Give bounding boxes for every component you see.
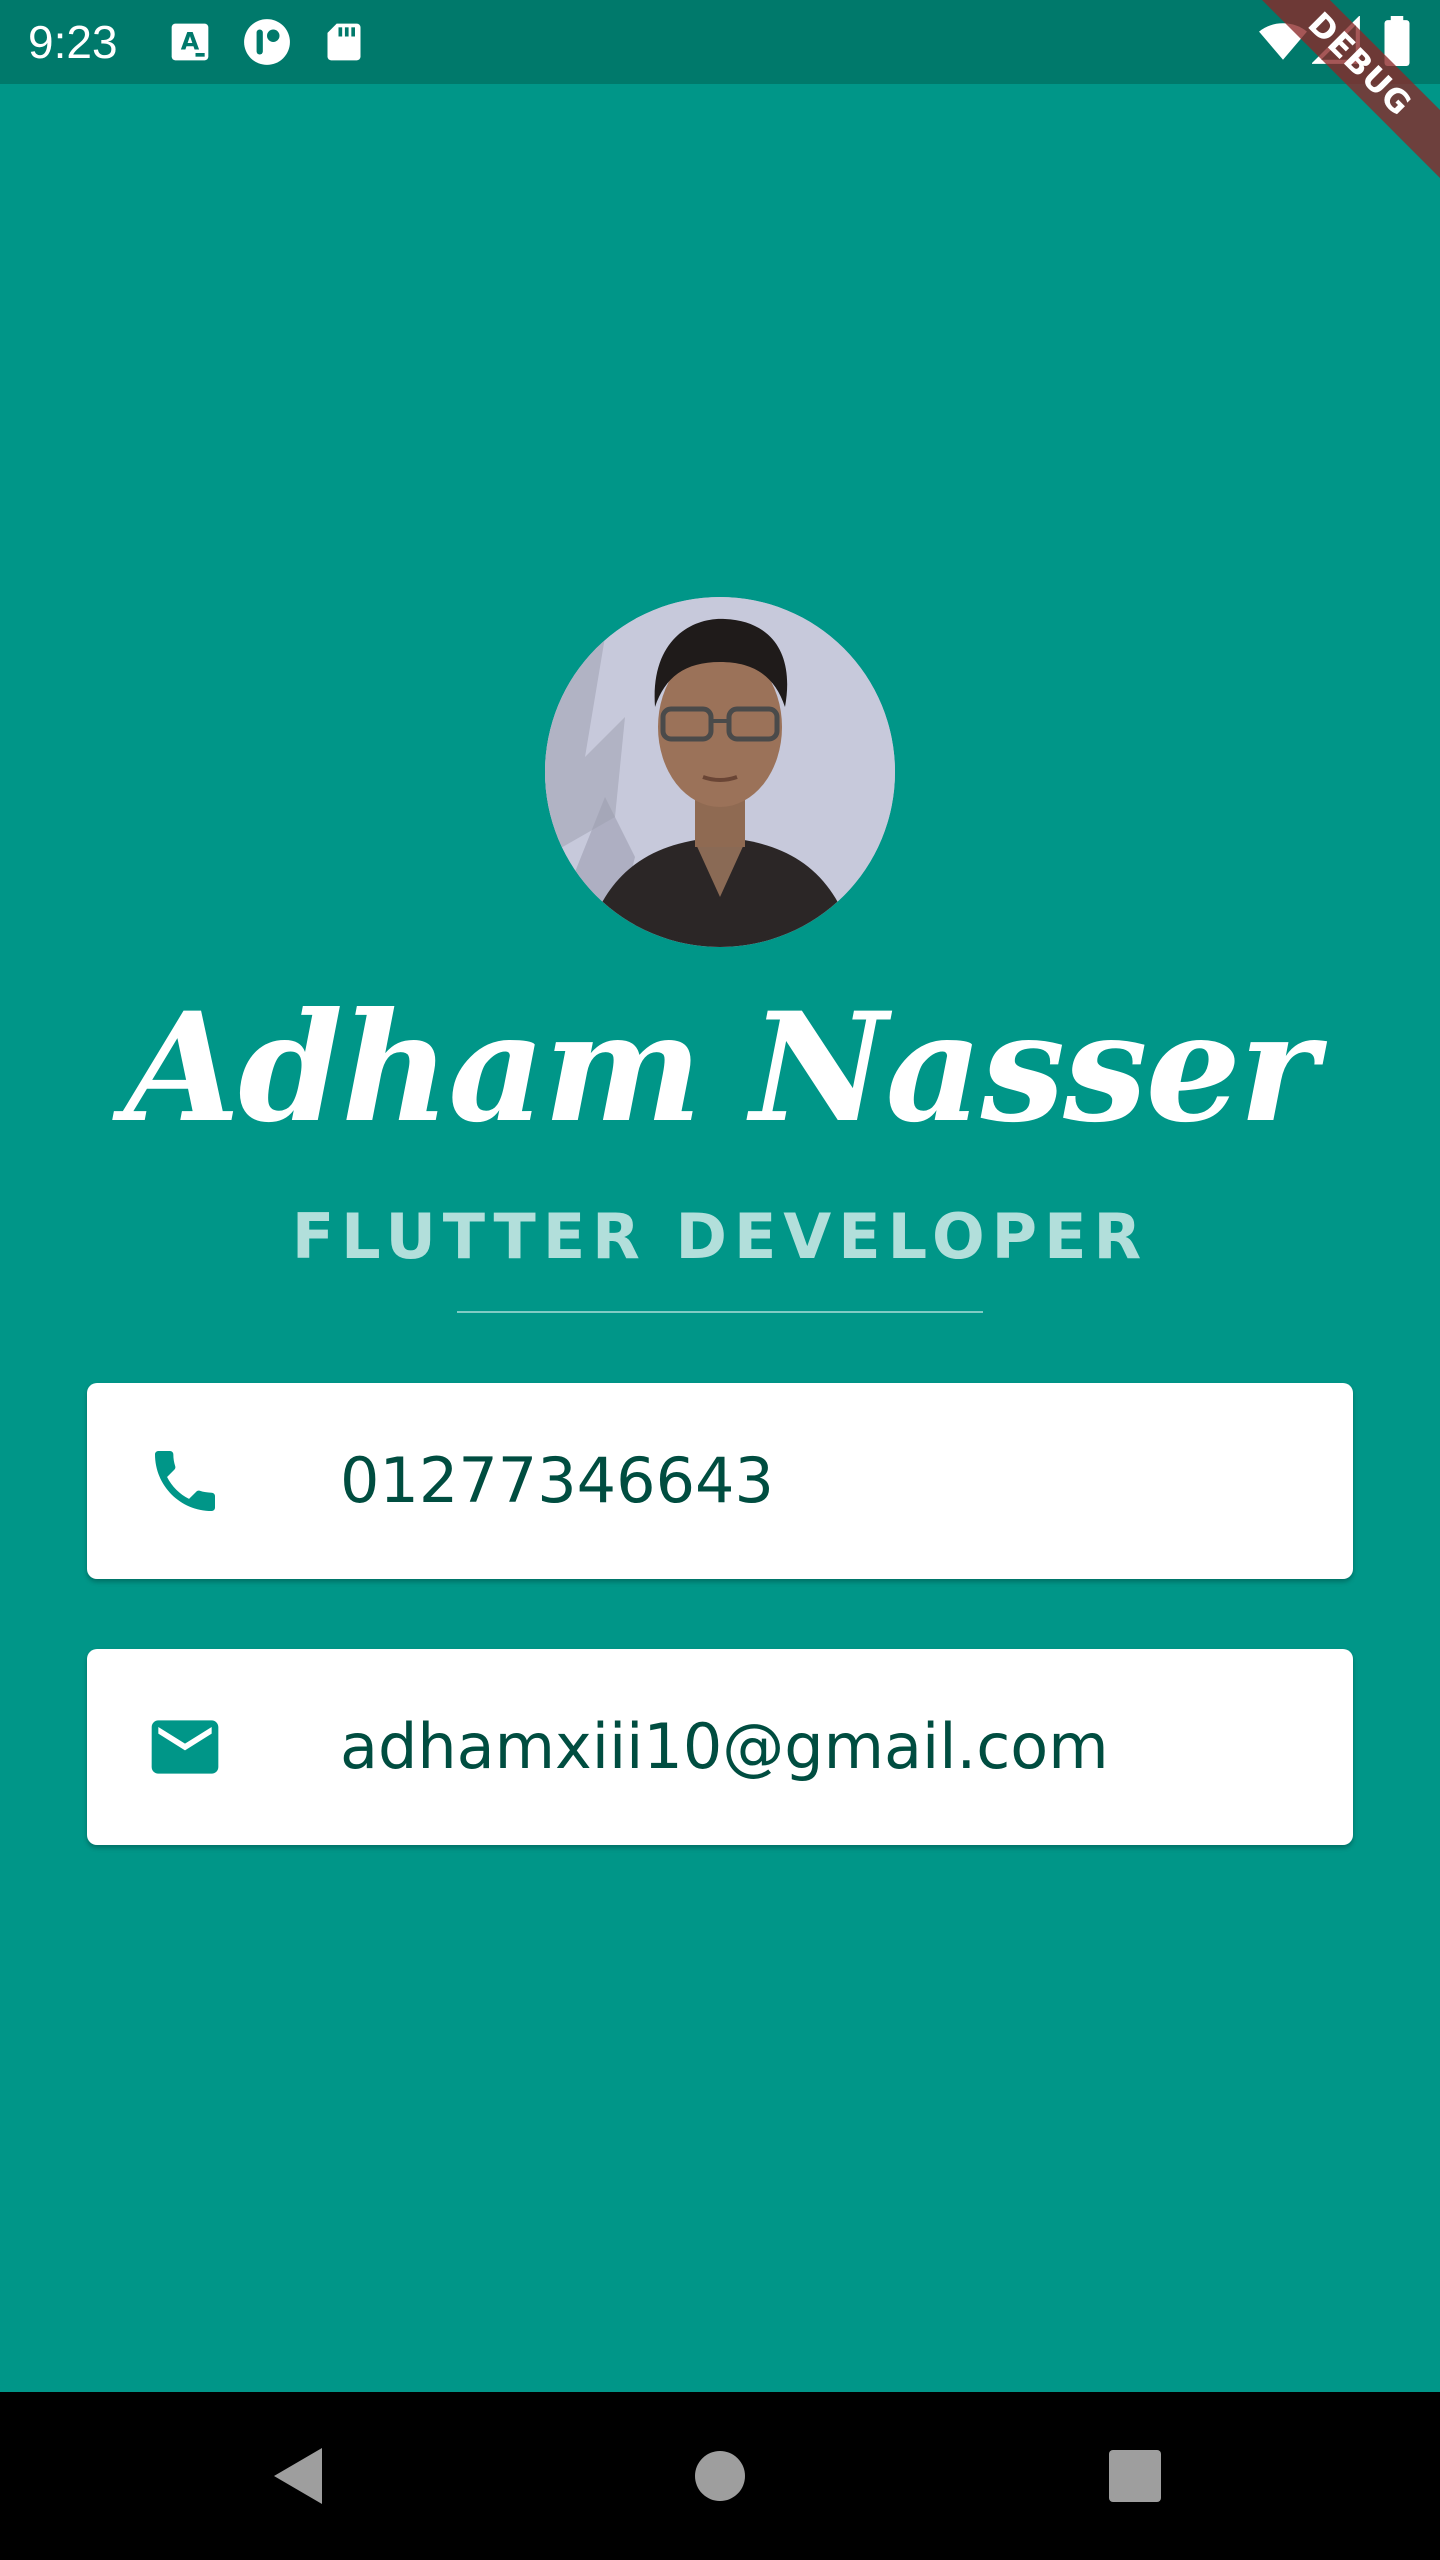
phone-icon	[145, 1441, 225, 1521]
profile-title: FLUTTER DEVELOPER	[291, 1200, 1149, 1273]
home-icon[interactable]	[680, 2436, 760, 2516]
back-icon[interactable]	[260, 2436, 340, 2516]
email-card[interactable]: adhamxiii10@gmail.com	[87, 1649, 1353, 1845]
a-keyboard-icon: A	[168, 20, 212, 64]
navigation-bar	[0, 2392, 1440, 2560]
sd-card-icon	[322, 20, 366, 64]
mail-icon	[145, 1707, 225, 1787]
svg-text:A: A	[181, 27, 200, 55]
status-time: 9:23	[28, 16, 118, 68]
profile-name: Adham Nasser	[123, 980, 1318, 1156]
divider	[457, 1311, 983, 1313]
phone-number: 01277346643	[340, 1444, 774, 1517]
phone-card[interactable]: 01277346643	[87, 1383, 1353, 1579]
avatar	[545, 597, 895, 947]
app-screen: 9:23 A DEBUG Adham Nasser FLUTTER DEVELO…	[0, 0, 1440, 2560]
email-address: adhamxiii10@gmail.com	[340, 1710, 1109, 1783]
app-notification-icon	[242, 17, 292, 67]
recents-icon[interactable]	[1095, 2436, 1175, 2516]
status-bar: 9:23 A	[0, 0, 1440, 84]
